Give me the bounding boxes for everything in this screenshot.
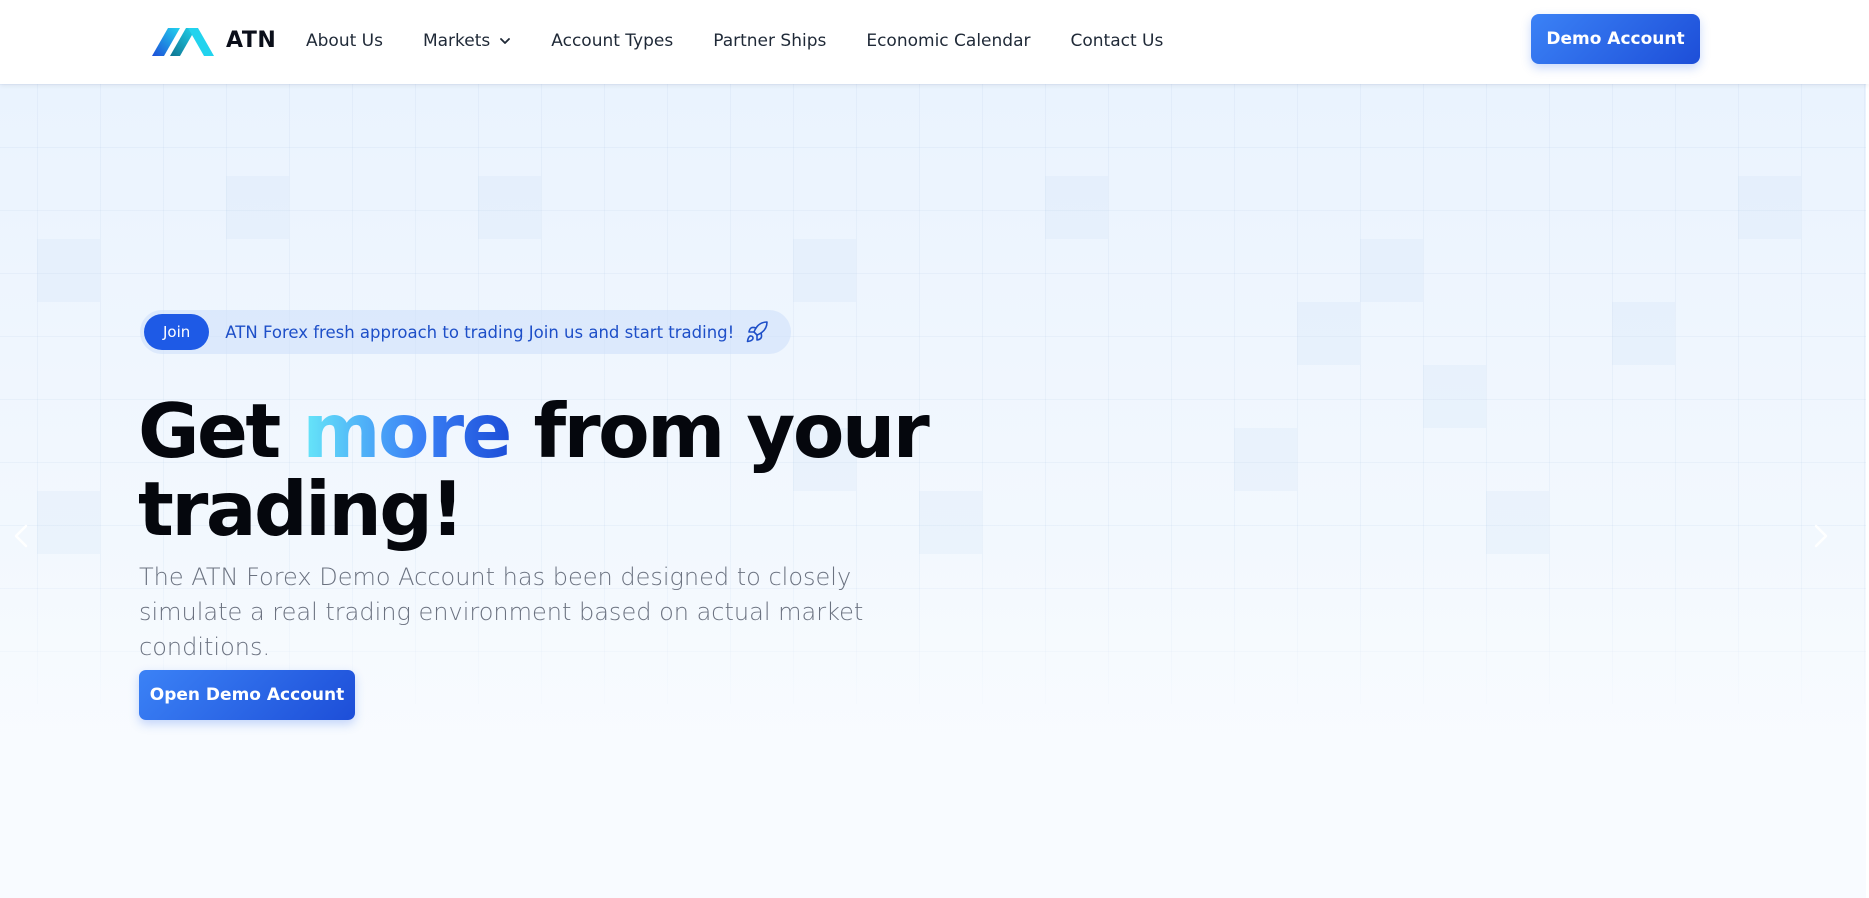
headline-prefix: Get xyxy=(138,387,303,475)
atn-logo-icon xyxy=(152,28,214,56)
main-nav: About Us Markets Account Types Partner S… xyxy=(306,28,1163,54)
nav-label: Markets xyxy=(422,31,491,51)
headline-highlight: more xyxy=(302,387,512,475)
nav-account-types[interactable]: Account Types xyxy=(551,31,673,51)
grid-tile xyxy=(1612,302,1675,365)
nav-label: About Us xyxy=(306,31,383,51)
nav-label: Economic Calendar xyxy=(866,31,1031,51)
site-header: ATN About Us Markets Account Types Partn… xyxy=(0,0,1869,84)
nav-label: Account Types xyxy=(551,31,674,51)
nav-label: Partner Ships xyxy=(713,31,827,51)
nav-label: Contact Us xyxy=(1070,31,1164,51)
grid-tile xyxy=(1423,365,1486,428)
chevron-down-icon xyxy=(500,38,511,44)
nav-economic-calendar[interactable]: Economic Calendar xyxy=(866,31,1030,51)
page: ATN About Us Markets Account Types Partn… xyxy=(0,0,1869,898)
carousel-next-button[interactable] xyxy=(1800,516,1840,556)
nav-partner-ships[interactable]: Partner Ships xyxy=(713,31,826,51)
grid-tile xyxy=(1297,302,1360,365)
logo-link[interactable]: ATN xyxy=(152,24,276,56)
announcement-banner[interactable]: Join ATN Forex fresh approach to trading… xyxy=(140,310,792,354)
open-demo-account-button[interactable]: Open Demo Account xyxy=(139,670,355,720)
grid-tile xyxy=(1486,491,1549,554)
grid-tile xyxy=(37,491,100,554)
grid-tile xyxy=(793,239,856,302)
grid-tile xyxy=(226,176,289,239)
grid-tile xyxy=(1234,428,1297,491)
nav-about-us[interactable]: About Us xyxy=(306,31,383,51)
nav-contact-us[interactable]: Contact Us xyxy=(1070,31,1163,51)
rocket-icon xyxy=(746,321,769,343)
nav-markets[interactable]: Markets xyxy=(423,31,511,51)
hero-headline: Get more from your trading! xyxy=(138,392,1038,548)
grid-tile xyxy=(37,239,100,302)
announcement-text: ATN Forex fresh approach to trading Join… xyxy=(225,322,735,342)
chevron-right-icon xyxy=(1814,524,1828,548)
demo-account-button[interactable]: Demo Account xyxy=(1531,14,1700,64)
hero-description: The ATN Forex Demo Account has been desi… xyxy=(139,563,864,661)
logo-text: ATN xyxy=(226,27,277,53)
grid-tile xyxy=(1738,176,1801,239)
grid-tile xyxy=(478,176,541,239)
chevron-left-icon xyxy=(14,524,28,548)
carousel-prev-button[interactable] xyxy=(2,516,42,556)
grid-tile xyxy=(1045,176,1108,239)
join-badge[interactable]: Join xyxy=(144,314,210,350)
grid-tile xyxy=(1360,239,1423,302)
